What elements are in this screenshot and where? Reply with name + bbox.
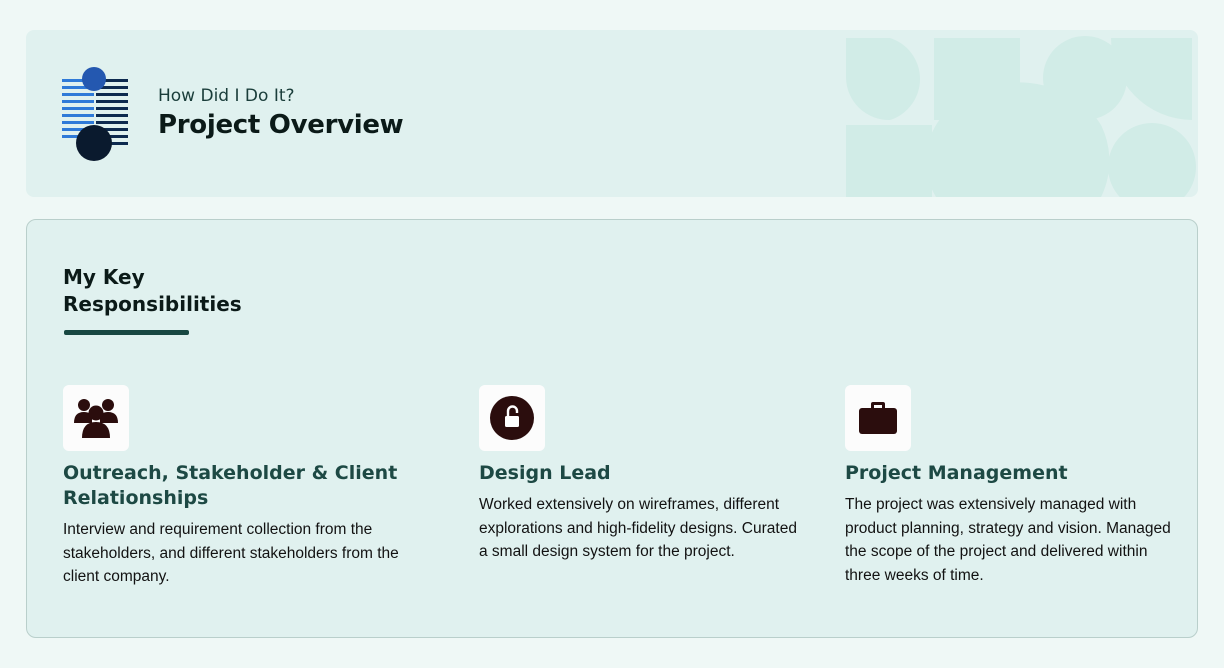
page-title: Project Overview: [158, 110, 404, 140]
decorative-pattern: [846, 36, 1196, 197]
page-header: How Did I Do It? Project Overview: [26, 30, 1198, 197]
group-users-icon: [74, 399, 118, 438]
responsibilities-card: My Key Responsibilities Outreach, Stakeh…: [26, 219, 1198, 638]
responsibility-title: Project Management: [845, 462, 1068, 484]
responsibility-item-outreach: Outreach, Stakeholder & Client Relations…: [63, 385, 433, 589]
section-title: My Key Responsibilities: [63, 265, 242, 316]
responsibility-description: Worked extensively on wireframes, differ…: [479, 496, 797, 560]
icon-tile: [479, 385, 545, 451]
icon-tile: [845, 385, 911, 451]
section-title-underline: [64, 330, 189, 335]
responsibility-title: Design Lead: [479, 462, 611, 484]
page-eyebrow: How Did I Do It?: [158, 86, 295, 106]
responsibility-title: Outreach, Stakeholder & Client Relations…: [63, 462, 398, 509]
responsibility-description: Interview and requirement collection fro…: [63, 521, 399, 585]
responsibility-description: The project was extensively managed with…: [845, 496, 1171, 584]
responsibility-item-project-management: Project Management The project was exten…: [845, 385, 1175, 587]
responsibility-item-design-lead: Design Lead Worked extensively on wirefr…: [479, 385, 799, 564]
abstract-striped-logo-icon: [62, 67, 128, 161]
icon-tile: [63, 385, 129, 451]
briefcase-icon: [859, 402, 897, 434]
unlock-icon: [490, 396, 534, 440]
